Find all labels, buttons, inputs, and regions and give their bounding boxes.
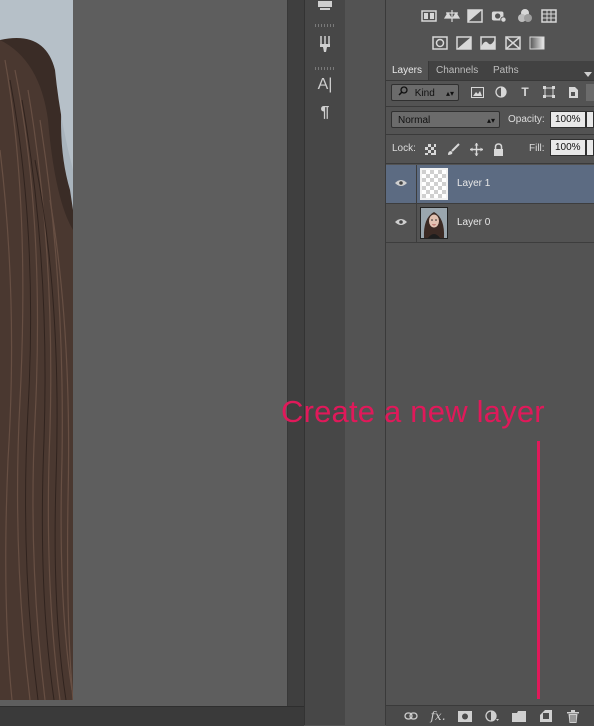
filter-kind-dropdown[interactable]: Kind ▴▾ [391, 84, 459, 101]
tab-layers[interactable]: Layers [386, 61, 430, 80]
new-layer-icon[interactable] [538, 709, 554, 723]
layers-bottom-toolbar: fx. [386, 705, 594, 726]
character-tool-icon[interactable]: A| [313, 74, 337, 96]
opacity-slider-toggle[interactable] [586, 111, 594, 128]
opacity-label: Opacity: [508, 114, 545, 125]
threshold-icon[interactable] [480, 35, 496, 50]
visibility-toggle[interactable] [386, 165, 417, 203]
filter-smart-object-icon[interactable] [566, 85, 580, 99]
new-group-icon[interactable] [511, 709, 527, 723]
fill-field[interactable]: 100% [550, 139, 586, 156]
gradient-map-icon[interactable] [529, 35, 545, 50]
lock-image-pixels-icon[interactable] [446, 142, 460, 156]
lock-all-icon[interactable] [491, 142, 505, 156]
layer-name[interactable]: Layer 1 [457, 165, 490, 203]
layer-row-layer-1[interactable]: Layer 1 [386, 165, 594, 204]
visibility-toggle[interactable] [386, 204, 417, 242]
tab-channels[interactable]: Channels [430, 61, 484, 80]
layer-thumbnail-portrait[interactable] [420, 207, 448, 239]
lock-position-icon[interactable] [469, 142, 483, 156]
dock-gutter [345, 0, 386, 725]
panel-grip[interactable] [315, 67, 335, 70]
eye-icon [395, 217, 407, 229]
search-icon [398, 85, 408, 102]
canvas-image [0, 0, 73, 700]
opacity-field[interactable]: 100% [550, 111, 586, 128]
invert-icon[interactable] [432, 35, 448, 50]
blend-mode-dropdown[interactable]: Normal ▴▾ [391, 111, 500, 128]
add-mask-icon[interactable] [457, 709, 473, 723]
blend-mode-label: Normal [398, 115, 431, 126]
posterize-icon[interactable] [456, 35, 472, 50]
color-balance-icon[interactable] [444, 8, 460, 23]
selective-color-icon[interactable] [505, 35, 521, 50]
photo-filter-icon[interactable] [491, 8, 507, 23]
black-white-icon[interactable] [467, 8, 483, 23]
annotation-pointer-line [537, 441, 540, 699]
eye-icon [395, 178, 407, 190]
updown-icon: ▴▾ [486, 116, 495, 125]
new-adjustment-layer-icon[interactable] [484, 709, 500, 723]
horizontal-scrollbar[interactable] [0, 706, 304, 726]
lock-transparent-pixels-icon[interactable] [423, 142, 437, 156]
tab-paths[interactable]: Paths [487, 61, 525, 80]
filter-type-icon[interactable]: T [518, 85, 532, 99]
layer-style-fx-icon[interactable]: fx. [430, 709, 446, 723]
channel-mixer-icon[interactable] [517, 8, 533, 23]
divider [386, 134, 594, 135]
filter-kind-label: Kind [414, 88, 435, 100]
brightness-contrast-icon[interactable] [421, 8, 437, 23]
layer-thumbnail-transparent[interactable] [420, 168, 448, 200]
panel-grip[interactable] [315, 24, 335, 27]
delete-layer-icon[interactable] [565, 709, 581, 723]
layers-panel [385, 0, 594, 725]
filter-toggle[interactable] [586, 84, 594, 101]
annotation-text: Create a new layer [281, 394, 545, 429]
divider [386, 106, 594, 107]
panel-menu-icon[interactable] [584, 68, 592, 77]
updown-icon: ▴▾ [445, 89, 454, 98]
lock-label: Lock: [392, 143, 416, 154]
divider [386, 163, 594, 164]
panel-tabbar: Layers Channels Paths [386, 61, 594, 81]
paragraph-tool-icon[interactable]: ¶ [313, 102, 337, 124]
swatch-tool-icon[interactable] [313, 0, 337, 12]
layer-name[interactable]: Layer 0 [457, 204, 490, 242]
fill-label: Fill: [529, 143, 545, 154]
filter-pixel-icon[interactable] [470, 85, 484, 99]
link-layers-icon[interactable] [403, 709, 419, 723]
brush-preset-icon[interactable] [313, 33, 337, 55]
color-lookup-icon[interactable] [541, 8, 557, 23]
filter-adjustment-icon[interactable] [494, 85, 508, 99]
vertical-scrollbar[interactable] [287, 0, 305, 706]
fill-slider-toggle[interactable] [586, 139, 594, 156]
layer-row-layer-0[interactable]: Layer 0 [386, 204, 594, 243]
filter-shape-icon[interactable] [542, 85, 556, 99]
